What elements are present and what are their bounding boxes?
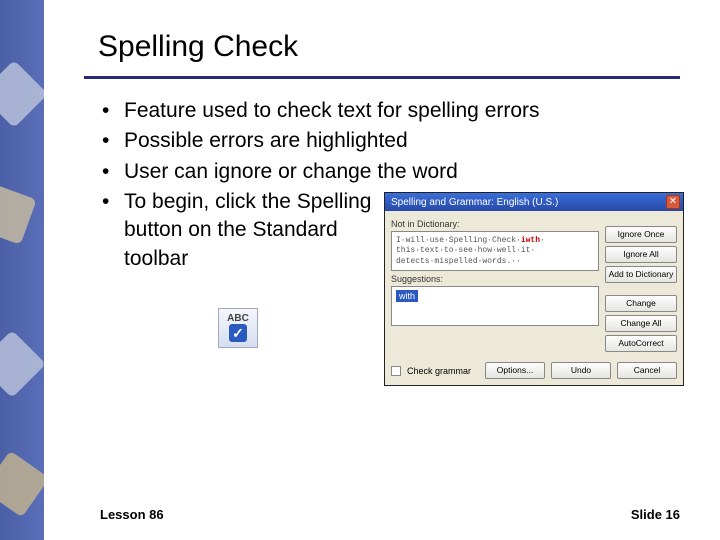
cancel-button[interactable]: Cancel — [617, 362, 677, 379]
bullet-text: To begin, click the Spelling button on t… — [124, 188, 384, 273]
spelling-dialog: Spelling and Grammar: English (U.S.) ✕ N… — [384, 192, 684, 386]
error-word: iwth — [521, 236, 540, 245]
change-button[interactable]: Change — [605, 295, 677, 312]
not-in-dictionary-label: Not in Dictionary: — [391, 219, 599, 229]
slide-title: Spelling Check — [84, 30, 680, 70]
ignore-once-button[interactable]: Ignore Once — [605, 226, 677, 243]
abc-label: ABC — [221, 313, 255, 324]
context-text: I·will·use·Spelling·Check· — [396, 236, 521, 245]
decorative-sidebar — [0, 0, 44, 540]
decor-square — [0, 330, 46, 398]
bullet-item: User can ignore or change the word — [102, 158, 680, 186]
decor-square — [0, 183, 37, 245]
check-grammar-checkbox[interactable] — [391, 366, 401, 376]
not-in-dictionary-textbox[interactable]: I·will·use·Spelling·Check·iwth· this·tex… — [391, 231, 599, 271]
suggestions-label: Suggestions: — [391, 274, 599, 284]
dialog-titlebar: Spelling and Grammar: English (U.S.) ✕ — [385, 193, 683, 211]
checkmark-icon: ✓ — [229, 324, 247, 342]
suggestions-listbox[interactable]: with — [391, 286, 599, 326]
options-button[interactable]: Options... — [485, 362, 545, 379]
lesson-label: Lesson 86 — [100, 507, 164, 522]
add-to-dictionary-button[interactable]: Add to Dictionary — [605, 266, 677, 283]
close-icon[interactable]: ✕ — [666, 195, 680, 209]
autocorrect-button[interactable]: AutoCorrect — [605, 335, 677, 352]
bullet-item: Possible errors are highlighted — [102, 127, 680, 155]
suggestion-item[interactable]: with — [396, 290, 418, 302]
spelling-toolbar-icon: ABC ✓ — [218, 308, 258, 348]
decor-square — [0, 451, 49, 518]
title-underline — [84, 76, 680, 79]
abc-check-icon: ABC ✓ — [221, 313, 255, 343]
check-grammar-label: Check grammar — [407, 366, 471, 376]
decor-square — [0, 60, 48, 128]
slide-number: Slide 16 — [631, 507, 680, 522]
change-all-button[interactable]: Change All — [605, 315, 677, 332]
undo-button[interactable]: Undo — [551, 362, 611, 379]
slide-footer: Lesson 86 Slide 16 — [44, 507, 720, 522]
ignore-all-button[interactable]: Ignore All — [605, 246, 677, 263]
bullet-item: Feature used to check text for spelling … — [102, 97, 680, 125]
slide-body: Spelling Check Feature used to check tex… — [44, 0, 720, 540]
dialog-title-text: Spelling and Grammar: English (U.S.) — [391, 197, 558, 208]
